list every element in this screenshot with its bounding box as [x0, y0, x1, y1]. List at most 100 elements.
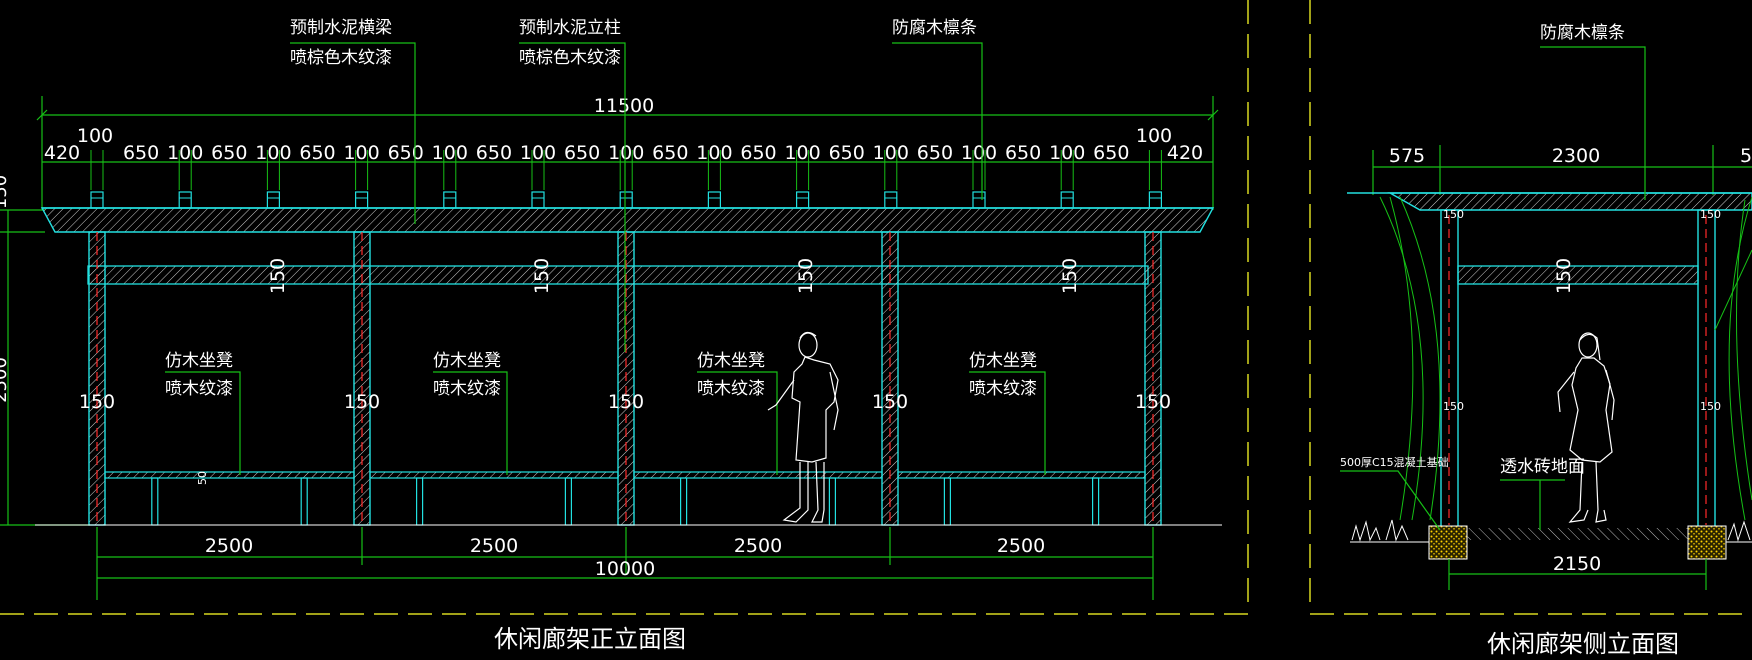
purlin-6 — [531, 191, 545, 209]
bay-dim-3: 2500 — [734, 535, 782, 557]
bench-leg — [416, 477, 424, 526]
bay-dim-4: 2500 — [997, 535, 1045, 557]
purlin-label-side: 防腐木檩条 — [1540, 23, 1625, 43]
label-beam: 预制水泥横梁 喷棕色木纹漆 — [290, 18, 416, 224]
purlin-11 — [972, 191, 986, 209]
purlin-1 — [90, 191, 104, 209]
beam-dim-150-4: 150 — [1059, 258, 1081, 294]
bench-label-line1-3: 仿木坐凳 — [697, 351, 765, 371]
label-footing: 500厚C15混凝土基础 — [1340, 455, 1449, 531]
bench-leg — [828, 477, 837, 526]
dim-650-12: 650 — [1093, 142, 1129, 164]
bench-label-line2-3: 喷木纹漆 — [697, 379, 765, 399]
bench-leg — [1091, 477, 1100, 526]
side-beam-dim-150: 150 — [1553, 258, 1575, 294]
dim-650-4: 650 — [388, 142, 424, 164]
bay-dim-2: 2500 — [470, 535, 518, 557]
dim-420-right: 420 — [1167, 142, 1203, 164]
purlin-5 — [443, 191, 457, 209]
bench-leg — [564, 477, 573, 526]
left-partial-top-dim: 150 — [0, 175, 11, 209]
label-purlin-front: 防腐木檩条 — [892, 18, 983, 200]
front-elevation: 150 2500 11500 420 100 100 420 650 100 650… — [0, 18, 1222, 600]
cad-drawing: 150 2500 11500 420 100 100 420 650 100 650… — [0, 0, 1752, 658]
dim-650-5: 650 — [476, 142, 512, 164]
side-column-left — [1440, 209, 1459, 529]
footing-label: 500厚C15混凝土基础 — [1340, 455, 1449, 469]
column-label-line2: 喷棕色木纹漆 — [519, 48, 621, 68]
col-dim-150-5: 150 — [1135, 391, 1171, 413]
side-secondary-beam — [1457, 265, 1699, 285]
dim-100-5: 100 — [520, 142, 556, 164]
dim-420-left: 420 — [44, 142, 80, 164]
dim-650-3: 650 — [299, 142, 335, 164]
dim-100-first: 100 — [77, 125, 113, 147]
side-footing-left — [1428, 525, 1468, 560]
beam-label-line1: 预制水泥横梁 — [290, 18, 392, 38]
side-col-150-mid-left: 150 — [1443, 400, 1464, 413]
bench-label-line2-4: 喷木纹漆 — [969, 379, 1037, 399]
dim-650-8: 650 — [740, 142, 776, 164]
label-column: 预制水泥立柱 喷棕色木纹漆 — [519, 18, 626, 352]
side-dim-575-partial: 57 — [1740, 145, 1752, 167]
side-bottom-dimension: 2150 — [1448, 553, 1707, 590]
overall-dim-label: 11500 — [594, 95, 654, 117]
col-dim-150-4: 150 — [872, 391, 908, 413]
side-footing-right — [1687, 525, 1727, 560]
dim-100-4: 100 — [432, 142, 468, 164]
person-figure-side — [1557, 332, 1615, 523]
bench-labels: 仿木坐凳喷木纹漆 仿木坐凳喷木纹漆 仿木坐凳喷木纹漆 仿木坐凳喷木纹漆 — [165, 351, 1046, 475]
col-dim-150-1: 150 — [79, 391, 115, 413]
bottom-dimensions: 2500 2500 2500 2500 10000 — [96, 527, 1154, 600]
bench-seat-1 — [104, 471, 355, 479]
side-column-right — [1697, 209, 1716, 529]
grass-left — [1351, 519, 1409, 542]
person-figure-front — [767, 331, 839, 523]
dim-100-1: 100 — [167, 142, 203, 164]
bench-label-line1-1: 仿木坐凳 — [165, 351, 233, 371]
side-col-150-top-right: 150 — [1700, 208, 1721, 221]
bench-leg — [151, 477, 159, 526]
dim-100-11: 100 — [1049, 142, 1085, 164]
sheet-frame — [0, 0, 1752, 615]
dim-100-10: 100 — [961, 142, 997, 164]
purlin-label-front: 防腐木檩条 — [892, 18, 977, 38]
purlin-8 — [707, 191, 722, 209]
bench-leg — [679, 477, 688, 526]
purlin-row — [90, 191, 1163, 209]
side-elevation: 575 2300 57 150 150 150 150 150 — [1340, 23, 1752, 590]
side-col-150-top-left: 150 — [1443, 208, 1464, 221]
side-dim-2300: 2300 — [1552, 145, 1600, 167]
bench-label-line1-2: 仿木坐凳 — [433, 351, 501, 371]
roof-beam — [40, 207, 1215, 233]
beam-dim-150-2: 150 — [531, 258, 553, 294]
beam-dim-150-3: 150 — [795, 258, 817, 294]
bench-seat-2 — [369, 471, 619, 479]
dim-100-9: 100 — [873, 142, 909, 164]
purlin-4 — [355, 191, 369, 209]
column-label-line1: 预制水泥立柱 — [519, 18, 621, 38]
dim-650-9: 650 — [829, 142, 865, 164]
bench-leg — [943, 477, 952, 526]
bench-seat-3 — [633, 471, 883, 479]
front-view-title: 休闲廊架正立面图 — [494, 625, 686, 653]
bench-dim-50: 50 — [196, 471, 209, 485]
purlin-9 — [795, 191, 810, 209]
col-dim-150-2: 150 — [344, 391, 380, 413]
col-dim-150-3: 150 — [608, 391, 644, 413]
bench-leg — [300, 477, 308, 526]
purlin-2 — [178, 191, 192, 209]
purlin-7 — [619, 191, 633, 209]
dim-650-2: 650 — [211, 142, 247, 164]
bench-label-line1-4: 仿木坐凳 — [969, 351, 1037, 371]
label-purlin-side: 防腐木檩条 — [1540, 23, 1646, 200]
dim-650-11: 650 — [1005, 142, 1041, 164]
purlin-12 — [1060, 191, 1074, 209]
side-top-dimensions: 575 2300 57 — [1372, 145, 1752, 195]
dim-650-6: 650 — [564, 142, 600, 164]
beam-label-line2: 喷棕色木纹漆 — [290, 48, 392, 68]
bench-label-line2-1: 喷木纹漆 — [165, 379, 233, 399]
dim-650-1: 650 — [123, 142, 159, 164]
dim-100-6: 100 — [608, 142, 644, 164]
dim-650-10: 650 — [917, 142, 953, 164]
